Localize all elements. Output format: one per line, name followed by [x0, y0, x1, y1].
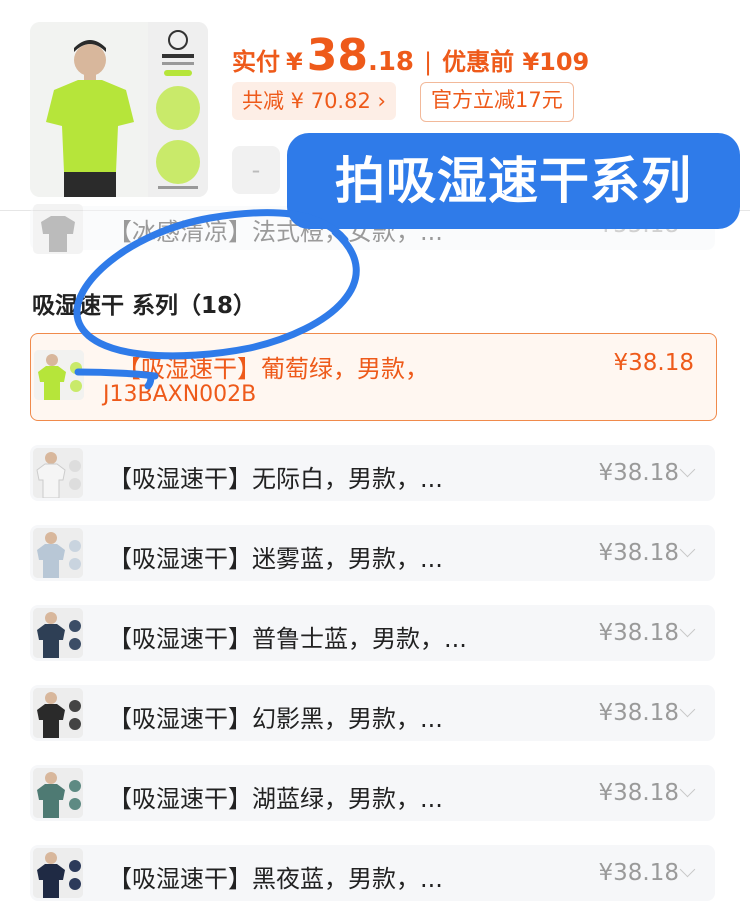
- shirt-icon: [33, 848, 83, 898]
- variant-price: ¥38.18: [598, 780, 679, 806]
- section-title: 吸湿速干 系列（18）: [32, 293, 257, 319]
- price-decimal: .18: [367, 47, 414, 77]
- product-photo-icon: [30, 22, 208, 197]
- chevron-down-icon[interactable]: [679, 541, 696, 558]
- chevron-down-icon[interactable]: [679, 861, 696, 878]
- variant-row[interactable]: 【吸湿速干】黑夜蓝，男款，... ¥38.18: [30, 845, 715, 901]
- shirt-icon: [33, 528, 83, 578]
- variant-thumbnail: [33, 448, 83, 498]
- variant-row-selected[interactable]: 【吸湿速干】葡萄绿，男款， J13BAXN002B ¥38.18: [30, 333, 717, 421]
- variant-title: 【吸湿速干】葡萄绿，男款，: [117, 355, 429, 383]
- variant-price: ¥38.18: [598, 700, 679, 726]
- shirt-icon: [33, 448, 83, 498]
- shirt-icon: [33, 768, 83, 818]
- variant-title: 【吸湿速干】迷雾蓝，男款，...: [108, 545, 443, 573]
- shirt-icon: [34, 350, 84, 400]
- variant-title: 【吸湿速干】黑夜蓝，男款，...: [108, 865, 443, 893]
- shirt-icon: [33, 204, 83, 254]
- variant-row[interactable]: 【吸湿速干】幻影黑，男款，... ¥38.18: [30, 685, 715, 741]
- variant-title: 【吸湿速干】无际白，男款，...: [108, 465, 443, 493]
- variant-price: ¥38.18: [598, 620, 679, 646]
- chevron-down-icon[interactable]: [679, 781, 696, 798]
- variant-sku: J13BAXN002B: [103, 382, 257, 407]
- price-separator: |: [424, 48, 433, 76]
- chevron-down-icon[interactable]: [679, 701, 696, 718]
- quantity-decrease-button[interactable]: -: [232, 146, 280, 194]
- variant-price: ¥38.18: [598, 860, 679, 886]
- chevron-down-icon[interactable]: [679, 621, 696, 638]
- variant-thumbnail: [34, 350, 84, 400]
- variant-row[interactable]: 【吸湿速干】迷雾蓝，男款，... ¥38.18: [30, 525, 715, 581]
- variant-thumbnail: [33, 204, 83, 254]
- price-summary: 实付 ¥ 38 .18 | 优惠前 ¥109: [232, 30, 589, 81]
- variant-price: ¥38.18: [598, 540, 679, 566]
- annotation-overlay-label: 拍吸湿速干系列: [287, 133, 740, 229]
- variant-row[interactable]: 【吸湿速干】湖蓝绿，男款，... ¥38.18: [30, 765, 715, 821]
- variant-title: 【吸湿速干】幻影黑，男款，...: [108, 705, 443, 733]
- variant-thumbnail: [33, 768, 83, 818]
- shirt-icon: [33, 688, 83, 738]
- shirt-icon: [33, 608, 83, 658]
- product-image[interactable]: [30, 22, 208, 197]
- actual-pay-label: 实付: [232, 48, 280, 76]
- currency-symbol: ¥: [286, 48, 303, 76]
- variant-thumbnail: [33, 688, 83, 738]
- official-discount-badge: 官方立减17元: [420, 82, 574, 122]
- variant-title: 【吸湿速干】湖蓝绿，男款，...: [108, 785, 443, 813]
- variant-thumbnail: [33, 848, 83, 898]
- chevron-down-icon[interactable]: [679, 461, 696, 478]
- variant-thumbnail: [33, 608, 83, 658]
- original-price: 优惠前 ¥109: [442, 48, 590, 76]
- variant-row[interactable]: 【吸湿速干】普鲁士蓝，男款，... ¥38.18: [30, 605, 715, 661]
- variant-thumbnail: [33, 528, 83, 578]
- variant-price: ¥38.18: [598, 460, 679, 486]
- variant-title: 【吸湿速干】普鲁士蓝，男款，...: [108, 625, 467, 653]
- total-discount-button[interactable]: 共减 ¥ 70.82 ›: [232, 82, 396, 120]
- variant-price: ¥38.18: [613, 350, 694, 376]
- variant-row[interactable]: 【吸湿速干】无际白，男款，... ¥38.18: [30, 445, 715, 501]
- price-integer: 38: [306, 30, 368, 81]
